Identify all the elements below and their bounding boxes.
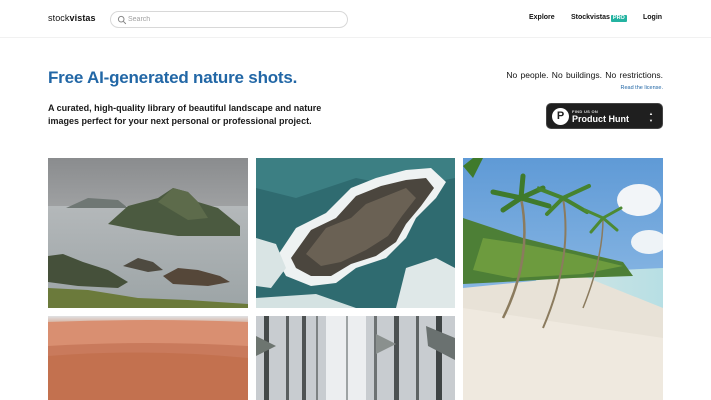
coastal-islands-image — [48, 158, 248, 308]
pro-badge: PRO — [610, 14, 627, 22]
product-hunt-name: Product Hunt — [572, 114, 629, 124]
search-icon — [117, 15, 127, 25]
search-input[interactable] — [128, 13, 338, 26]
arrow-down-icon: ▼ — [649, 118, 653, 123]
nav-stockvistas-pro[interactable]: Stockvistas PRO — [571, 14, 627, 22]
gallery-image-sand-dunes[interactable] — [48, 316, 248, 400]
gallery-image-foggy-forest[interactable] — [256, 316, 455, 400]
tropical-beach-image — [463, 158, 663, 400]
hero-subtitle: A curated, high-quality library of beaut… — [48, 103, 322, 126]
foggy-forest-image — [256, 316, 455, 400]
nav-explore[interactable]: Explore — [529, 14, 555, 21]
search-box[interactable] — [110, 11, 348, 28]
top-header: stockvistas Explore StockvistasPRO Login — [0, 0, 711, 38]
arrow-up-icon: ▲ — [649, 111, 653, 116]
hero-tagline: No people. No buildings. No restrictions… — [506, 70, 663, 80]
hero-title: Free AI-generated nature shots. — [48, 68, 298, 87]
gallery-image-coastal-islands[interactable] — [48, 158, 248, 308]
license-link[interactable]: Read the license. — [562, 85, 664, 91]
gallery-image-rocky-island[interactable] — [256, 158, 455, 308]
site-logo[interactable]: stockvistas — [48, 13, 96, 23]
upvote-arrow-icon: ▲ ▼ — [648, 110, 654, 124]
nav-stockvistas-label: Stockvistas — [571, 14, 610, 21]
nav-login[interactable]: Login — [643, 14, 662, 21]
logo-suffix: vistas — [69, 13, 96, 23]
logo-prefix: stock — [48, 13, 70, 23]
gallery-image-tropical-beach[interactable] — [463, 158, 663, 400]
sand-dunes-image — [48, 316, 248, 400]
rocky-island-image — [256, 158, 455, 308]
product-hunt-logo-icon: P — [552, 108, 569, 125]
product-hunt-badge[interactable]: P FIND US ON Product Hunt ▲ ▼ — [546, 103, 663, 129]
